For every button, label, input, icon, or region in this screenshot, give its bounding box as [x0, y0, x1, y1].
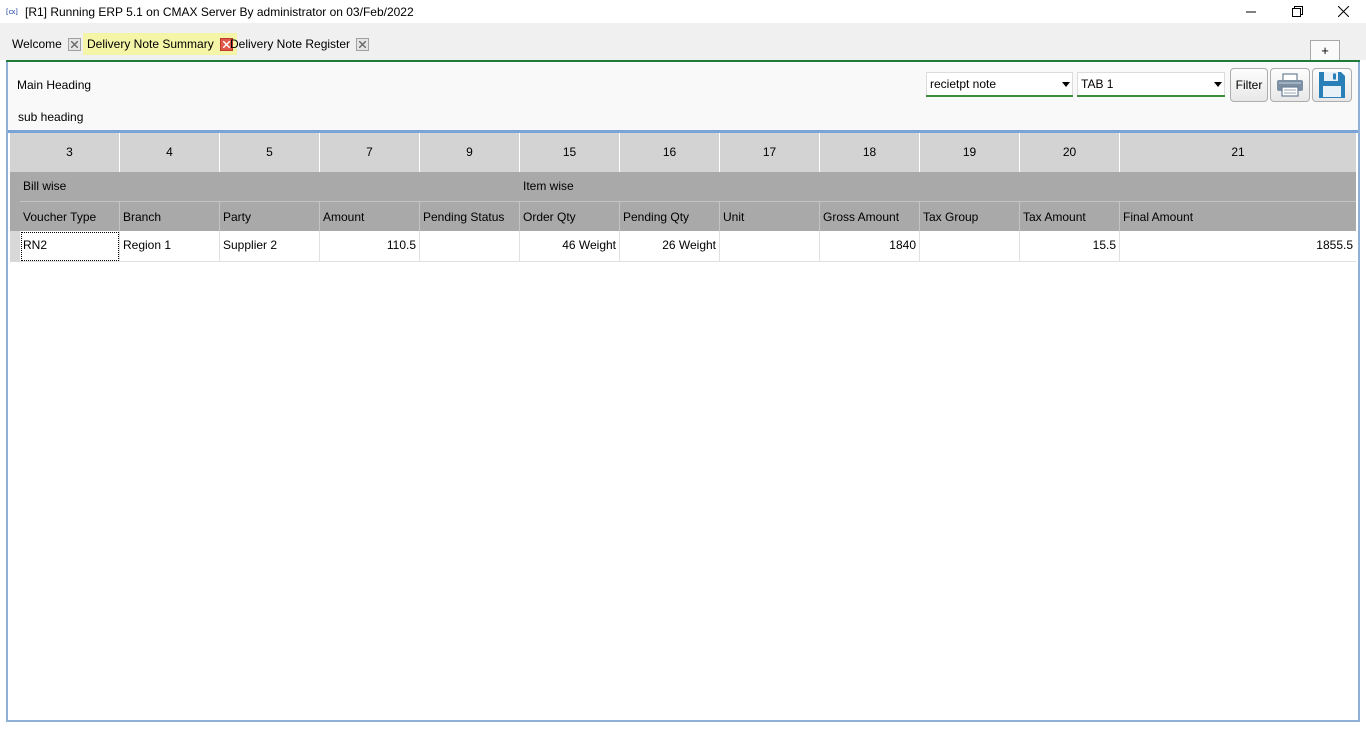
column-number: 18 — [820, 133, 920, 172]
column-number: 5 — [220, 133, 320, 172]
app-icon: [cx] — [5, 7, 19, 16]
column-header-row: Voucher Type Branch Party Amount Pending… — [10, 201, 1356, 231]
group-header-row: Bill wise Item wise — [10, 172, 1356, 201]
table-cell[interactable] — [920, 231, 1020, 262]
column-header[interactable]: Party — [220, 201, 320, 231]
column-number: 4 — [120, 133, 220, 172]
column-header[interactable]: Pending Status — [420, 201, 520, 231]
column-header[interactable]: Order Qty — [520, 201, 620, 231]
tab-welcome[interactable]: Welcome — [8, 33, 85, 55]
save-button[interactable] — [1312, 68, 1352, 102]
close-icon — [1337, 6, 1349, 17]
window-title: [R1] Running ERP 5.1 on CMAX Server By a… — [25, 4, 414, 19]
table-cell[interactable] — [420, 231, 520, 262]
column-number: 20 — [1020, 133, 1120, 172]
add-tab-button[interactable]: + — [1310, 40, 1340, 62]
column-header[interactable]: Tax Group — [920, 201, 1020, 231]
chevron-down-icon — [1062, 82, 1070, 87]
table-cell[interactable]: 110.5 — [320, 231, 420, 262]
column-header[interactable]: Pending Qty — [620, 201, 720, 231]
report-header: Main Heading sub heading recietpt note T… — [8, 62, 1358, 130]
table-cell[interactable]: Supplier 2 — [220, 231, 320, 262]
column-number: 16 — [620, 133, 720, 172]
column-header[interactable]: Amount — [320, 201, 420, 231]
tab-select[interactable]: TAB 1 — [1077, 72, 1225, 97]
column-number: 17 — [720, 133, 820, 172]
minimize-button[interactable] — [1228, 0, 1274, 23]
table-cell[interactable] — [720, 231, 820, 262]
tab-delivery-note-register[interactable]: Delivery Note Register — [226, 33, 373, 55]
column-number: 3 — [20, 133, 120, 172]
tab-close-icon[interactable] — [356, 37, 370, 51]
printer-icon — [1277, 73, 1303, 97]
close-button[interactable] — [1320, 0, 1366, 23]
restore-icon — [1291, 6, 1303, 17]
column-number-row: 3 4 5 7 9 15 16 17 18 19 20 21 — [10, 133, 1356, 172]
title-bar: [cx] [R1] Running ERP 5.1 on CMAX Server… — [0, 0, 1366, 23]
sub-heading: sub heading — [18, 110, 84, 124]
column-header[interactable]: Tax Amount — [1020, 201, 1120, 231]
report-select[interactable]: recietpt note — [926, 72, 1073, 97]
chevron-down-icon — [1214, 82, 1222, 87]
tab-strip: Welcome Delivery Note Summary Delivery N… — [0, 23, 1366, 62]
table-cell[interactable]: 1840 — [820, 231, 920, 262]
tab-close-icon[interactable] — [67, 37, 81, 51]
floppy-disk-icon — [1319, 72, 1345, 98]
group-header-item-wise: Item wise — [523, 179, 574, 193]
group-header-bill-wise: Bill wise — [23, 179, 67, 193]
tab-label: Delivery Note Summary — [87, 37, 214, 51]
column-header[interactable]: Gross Amount — [820, 201, 920, 231]
window-controls — [1228, 0, 1366, 23]
table-cell[interactable]: Region 1 — [120, 231, 220, 262]
column-header[interactable]: Final Amount — [1120, 201, 1356, 231]
filter-button[interactable]: Filter — [1230, 68, 1268, 102]
column-header[interactable]: Unit — [720, 201, 820, 231]
table-cell[interactable]: 46 Weight — [520, 231, 620, 262]
column-number: 15 — [520, 133, 620, 172]
tab-select-value: TAB 1 — [1081, 77, 1114, 91]
tab-delivery-note-summary[interactable]: Delivery Note Summary — [83, 33, 237, 55]
report-panel: Main Heading sub heading recietpt note T… — [6, 62, 1360, 722]
print-button[interactable] — [1270, 68, 1310, 102]
table-cell[interactable]: 26 Weight — [620, 231, 720, 262]
table-row[interactable]: RN2 Region 1 Supplier 2 110.5 46 Weight … — [10, 231, 1356, 262]
column-header[interactable]: Voucher Type — [20, 201, 120, 231]
report-select-value: recietpt note — [930, 77, 997, 91]
restore-button[interactable] — [1274, 0, 1320, 23]
table-cell[interactable]: 15.5 — [1020, 231, 1120, 262]
main-heading: Main Heading — [17, 78, 92, 92]
column-number: 7 — [320, 133, 420, 172]
column-number: 9 — [420, 133, 520, 172]
table-cell[interactable]: 1855.5 — [1120, 231, 1356, 262]
tab-label: Delivery Note Register — [230, 37, 351, 51]
column-header[interactable]: Branch — [120, 201, 220, 231]
column-number: 21 — [1231, 145, 1245, 159]
column-number: 19 — [920, 133, 1020, 172]
minimize-icon — [1246, 11, 1256, 12]
table-cell[interactable]: RN2 — [20, 231, 120, 262]
tab-label: Welcome — [12, 37, 62, 51]
